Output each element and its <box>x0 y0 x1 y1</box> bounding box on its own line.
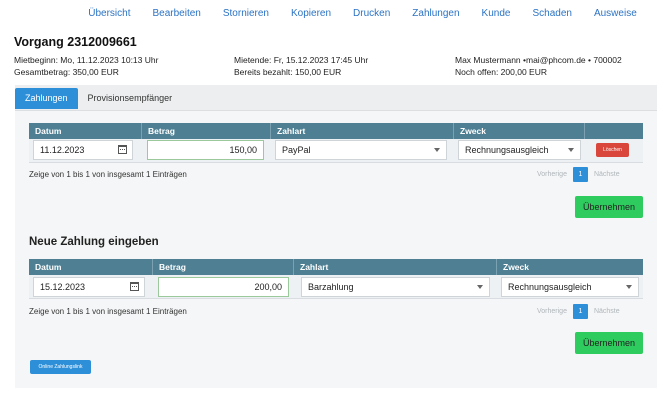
pagination-2: Vorherige 1 Nächste <box>537 304 620 319</box>
rental-end-info: Mietende: Fr, 15.12.2023 17:45 Uhr Berei… <box>234 54 368 78</box>
chevron-down-icon <box>626 285 632 289</box>
col-datum: Datum <box>29 123 142 139</box>
new-method-select[interactable]: Barzahlung <box>301 277 490 297</box>
gesamtbetrag-text: Gesamtbetrag: 350,00 EUR <box>14 67 119 77</box>
page-1-button[interactable]: 1 <box>572 167 588 182</box>
payment-date-input[interactable]: 11.12.2023 <box>33 140 133 160</box>
nav-bearbeiten[interactable]: Bearbeiten <box>141 0 211 28</box>
customer-text: Max Mustermann •mai@phcom.de • 700002 <box>455 55 622 65</box>
nav-kopieren[interactable]: Kopieren <box>280 0 342 28</box>
prev-page-button[interactable]: Vorherige <box>537 171 567 178</box>
nav-ausweise[interactable]: Ausweise <box>583 0 648 28</box>
submit-button-1[interactable]: Übernehmen <box>575 196 643 218</box>
offen-text: Noch offen: 200,00 EUR <box>455 67 547 77</box>
nav-schaden[interactable]: Schaden <box>521 0 582 28</box>
table-info-2: Zeige von 1 bis 1 von insgesamt 1 Einträ… <box>29 307 187 316</box>
submit-button-2[interactable]: Übernehmen <box>575 332 643 354</box>
tab-zahlungen[interactable]: Zahlungen <box>15 88 78 109</box>
col-datum: Datum <box>29 259 153 275</box>
prev-page-button[interactable]: Vorherige <box>537 308 567 315</box>
col-actions <box>585 123 643 139</box>
next-page-button[interactable]: Nächste <box>594 171 620 178</box>
payment-purpose-select[interactable]: Rechnungsausgleich <box>458 140 581 160</box>
mietbeginn-text: Mietbeginn: Mo, 11.12.2023 10:13 Uhr <box>14 55 159 65</box>
chevron-down-icon <box>434 148 440 152</box>
mietende-text: Mietende: Fr, 15.12.2023 17:45 Uhr <box>234 55 369 65</box>
pagination-1: Vorherige 1 Nächste <box>537 167 620 182</box>
nav-stornieren[interactable]: Stornieren <box>212 0 280 28</box>
nav-drucken[interactable]: Drucken <box>342 0 401 28</box>
chevron-down-icon <box>568 148 574 152</box>
calendar-icon[interactable] <box>130 282 139 291</box>
delete-button[interactable]: Löschen <box>596 143 629 157</box>
page-title: Vorgang 2312009661 <box>14 35 137 49</box>
new-method-value: Barzahlung <box>308 282 354 292</box>
bezahlt-text: Bereits bezahlt: 150,00 EUR <box>234 67 342 77</box>
payment-method-select[interactable]: PayPal <box>275 140 447 160</box>
online-payment-link-button[interactable]: Online Zahlungslink <box>30 360 91 374</box>
rental-start-info: Mietbeginn: Mo, 11.12.2023 10:13 Uhr Ges… <box>14 54 158 78</box>
col-betrag: Betrag <box>142 123 271 139</box>
col-zweck: Zweck <box>503 262 529 272</box>
chevron-down-icon <box>477 285 483 289</box>
next-page-button[interactable]: Nächste <box>594 308 620 315</box>
tab-provisionsempfaenger[interactable]: Provisionsempfänger <box>78 88 183 109</box>
payment-method-value: PayPal <box>282 145 311 155</box>
nav-kunde[interactable]: Kunde <box>471 0 522 28</box>
col-zahlart: Zahlart <box>294 259 497 275</box>
payments-table-header: Datum Betrag Zahlart Zweck <box>29 123 643 139</box>
payment-date-value: 11.12.2023 <box>40 145 85 155</box>
new-purpose-select[interactable]: Rechnungsausgleich <box>501 277 639 297</box>
calendar-icon[interactable] <box>118 145 127 154</box>
col-betrag: Betrag <box>153 259 294 275</box>
new-date-input[interactable]: 15.12.2023 <box>33 277 145 297</box>
table-info-1: Zeige von 1 bis 1 von insgesamt 1 Einträ… <box>29 170 187 179</box>
payment-purpose-value: Rechnungsausgleich <box>465 145 549 155</box>
tab-bar: Zahlungen Provisionsempfänger <box>15 88 182 110</box>
col-zweck: Zweck <box>454 123 585 139</box>
top-nav: Übersicht Bearbeiten Stornieren Kopieren… <box>0 0 670 28</box>
customer-info: Max Mustermann •mai@phcom.de • 700002 No… <box>455 54 622 78</box>
new-amount-input[interactable]: 200,00 <box>158 277 289 297</box>
page-1-button[interactable]: 1 <box>572 304 588 319</box>
new-payment-heading: Neue Zahlung eingeben <box>29 236 159 248</box>
payment-amount-input[interactable]: 150,00 <box>147 140 264 160</box>
nav-zahlungen[interactable]: Zahlungen <box>401 0 470 28</box>
col-zahlart: Zahlart <box>271 123 454 139</box>
new-payment-table-header: Datum Betrag Zahlart Zweck <box>29 259 643 275</box>
new-date-value: 15.12.2023 <box>40 282 86 292</box>
nav-uebersicht[interactable]: Übersicht <box>88 0 141 28</box>
new-purpose-value: Rechnungsausgleich <box>508 282 592 292</box>
